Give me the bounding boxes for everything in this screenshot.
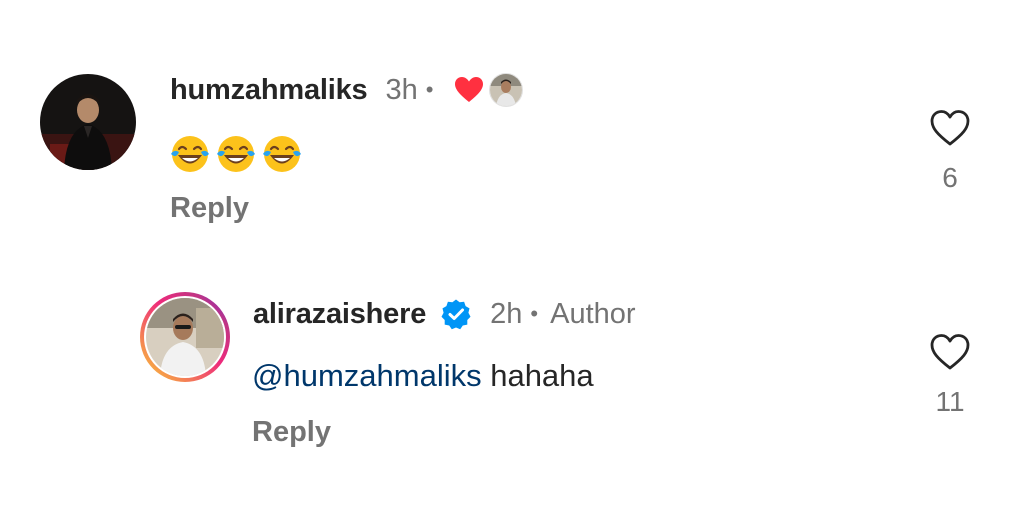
reply-button[interactable]: Reply [170, 192, 249, 225]
timestamp: 2h [490, 297, 523, 330]
mention-link[interactable]: @humzahmaliks [252, 358, 482, 393]
face-with-tears-of-joy-icon [214, 132, 258, 176]
reply-button[interactable]: Reply [252, 416, 331, 449]
timestamp: 3h [385, 73, 418, 106]
like-count: 6 [942, 162, 958, 193]
story-ring[interactable] [140, 292, 230, 382]
avatar[interactable] [146, 298, 224, 376]
heart-outline-icon[interactable] [929, 108, 971, 148]
heart-outline-icon[interactable] [929, 332, 971, 372]
face-with-tears-of-joy-icon [260, 132, 304, 176]
username[interactable]: alirazaishere [253, 298, 426, 331]
username[interactable]: humzahmaliks [170, 74, 368, 107]
comments-thread: humzahmaliks 3h • Reply 6 alirazaishere … [0, 0, 1024, 514]
comment-body: hahaha [481, 358, 594, 393]
liked-by-author-heart-icon [453, 74, 485, 106]
comment-meta: alirazaishere 2h • Author [253, 294, 636, 334]
author-mini-avatar [489, 73, 524, 107]
comment-meta: humzahmaliks 3h • [170, 70, 524, 110]
face-with-tears-of-joy-icon [168, 132, 212, 176]
like-column: 6 [928, 108, 972, 194]
separator-dot: • [425, 77, 434, 102]
comment-text: @humzahmaliks hahaha [252, 358, 594, 394]
verified-badge-icon [440, 298, 472, 330]
like-column: 11 [928, 332, 972, 418]
avatar[interactable] [40, 74, 136, 170]
like-count: 11 [935, 386, 965, 417]
separator-dot: • [530, 301, 539, 326]
comment-text [168, 132, 304, 176]
author-label: Author [550, 297, 636, 330]
emoji-row [168, 132, 304, 176]
